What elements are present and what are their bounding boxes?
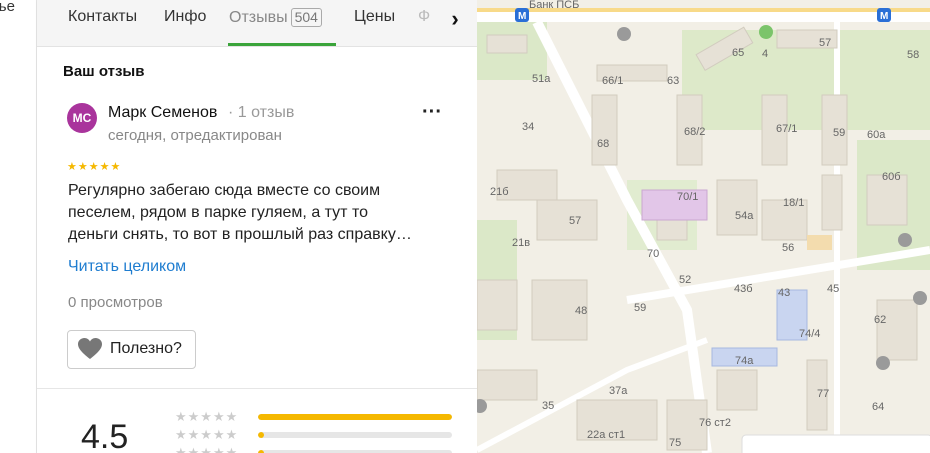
svg-text:4: 4 bbox=[762, 48, 768, 60]
review-text-line: Регулярно забегаю сюда вместе со своим bbox=[68, 182, 381, 199]
more-options-icon[interactable]: ··· bbox=[419, 102, 445, 126]
svg-text:35: 35 bbox=[542, 400, 554, 412]
rating-row-stars: ★★★★★ bbox=[175, 427, 239, 442]
rating-bar bbox=[258, 432, 452, 438]
useful-label: Полезно? bbox=[110, 340, 182, 357]
review-text-line: деньги снять, то вот в прошлый раз справ… bbox=[68, 226, 412, 243]
review-text-line: песелем, рядом в парке гуляем, а тут то bbox=[68, 204, 368, 221]
rating-row-stars: ★★★★★ bbox=[175, 409, 239, 424]
svg-text:58: 58 bbox=[907, 49, 919, 61]
park-icon[interactable] bbox=[759, 25, 773, 39]
svg-text:57: 57 bbox=[569, 215, 581, 227]
svg-text:43: 43 bbox=[778, 287, 790, 299]
review-date: сегодня, отредактирован bbox=[108, 127, 282, 144]
poi-pin-icon[interactable] bbox=[913, 291, 927, 305]
svg-text:68/2: 68/2 bbox=[684, 126, 705, 138]
rating-bar bbox=[258, 414, 452, 420]
chevron-right-icon[interactable]: › bbox=[441, 4, 469, 34]
metro-icon[interactable]: M bbox=[877, 8, 891, 22]
map-area[interactable]: Банк ПСБ 65 4 57 51а 66/1 63 58 34 68 68… bbox=[477, 0, 930, 453]
tab-prices[interactable]: Цены bbox=[354, 8, 395, 26]
rating-stars: ★★★★★ bbox=[67, 161, 122, 173]
author-review-count: · 1 отзыв bbox=[228, 104, 295, 121]
svg-text:70/1: 70/1 bbox=[677, 191, 698, 203]
svg-text:70: 70 bbox=[647, 248, 659, 260]
svg-text:54а: 54а bbox=[735, 210, 754, 222]
tab-info[interactable]: Инфо bbox=[164, 8, 206, 26]
poi-pin-icon[interactable] bbox=[876, 356, 890, 370]
tab-photos[interactable]: Ф bbox=[418, 8, 430, 26]
rating-bar-fill bbox=[258, 432, 264, 438]
svg-text:74а: 74а bbox=[735, 355, 754, 367]
review-text: Регулярно забегаю сюда вместе со своим п… bbox=[68, 180, 443, 246]
svg-text:63: 63 bbox=[667, 75, 679, 87]
svg-text:43б: 43б bbox=[734, 283, 753, 295]
svg-text:22а ст1: 22а ст1 bbox=[587, 429, 625, 441]
svg-text:74/4: 74/4 bbox=[799, 328, 820, 340]
svg-text:34: 34 bbox=[522, 121, 534, 133]
useful-button[interactable]: Полезно? bbox=[67, 330, 196, 369]
svg-text:67/1: 67/1 bbox=[776, 123, 797, 135]
heart-icon bbox=[78, 338, 102, 359]
read-more-link[interactable]: Читать целиком bbox=[68, 258, 186, 276]
svg-text:45: 45 bbox=[827, 283, 839, 295]
metro-icon[interactable]: M bbox=[515, 8, 529, 22]
author-name[interactable]: Марк Семенов bbox=[108, 104, 217, 122]
poi-pin-icon[interactable] bbox=[898, 233, 912, 247]
svg-text:60б: 60б bbox=[882, 171, 901, 183]
svg-text:76 ст2: 76 ст2 bbox=[699, 417, 731, 429]
rating-row-stars: ★★★★★ bbox=[175, 445, 239, 453]
overall-rating: 4.5 bbox=[81, 418, 129, 453]
svg-text:51а: 51а bbox=[532, 73, 551, 85]
svg-text:59: 59 bbox=[634, 302, 646, 314]
svg-text:M: M bbox=[518, 11, 526, 22]
map-canvas[interactable]: Банк ПСБ 65 457 51а 66/1 63 583468 68/2 … bbox=[477, 0, 930, 453]
divider bbox=[37, 388, 477, 389]
tab-reviews[interactable]: Отзывы 504 bbox=[229, 8, 322, 27]
svg-text:21в: 21в bbox=[512, 237, 530, 249]
section-title: Ваш отзыв bbox=[63, 63, 145, 80]
tab-reviews-label: Отзывы bbox=[229, 9, 288, 26]
rating-bar-fill bbox=[258, 414, 452, 420]
svg-text:77: 77 bbox=[817, 388, 829, 400]
svg-text:21б: 21б bbox=[490, 186, 509, 198]
svg-text:57: 57 bbox=[819, 37, 831, 49]
review-panel: Контакты Инфо Отзывы 504 Цены Ф › Ваш отз… bbox=[37, 0, 477, 453]
tab-contacts[interactable]: Контакты bbox=[68, 8, 137, 26]
svg-text:59: 59 bbox=[833, 127, 845, 139]
left-strip: лье bbox=[0, 0, 37, 453]
svg-text:66/1: 66/1 bbox=[602, 75, 623, 87]
map-top-label: Банк ПСБ bbox=[529, 0, 579, 11]
svg-text:48: 48 bbox=[575, 305, 587, 317]
svg-text:37а: 37а bbox=[609, 385, 628, 397]
tab-bar: Контакты Инфо Отзывы 504 Цены Ф › bbox=[37, 0, 477, 47]
svg-text:18/1: 18/1 bbox=[783, 197, 804, 209]
views-count: 0 просмотров bbox=[68, 294, 163, 311]
active-tab-indicator bbox=[228, 43, 336, 46]
svg-text:52: 52 bbox=[679, 274, 691, 286]
left-strip-text: лье bbox=[0, 0, 15, 15]
svg-text:65: 65 bbox=[732, 47, 744, 59]
svg-text:62: 62 bbox=[874, 314, 886, 326]
svg-text:56: 56 bbox=[782, 242, 794, 254]
avatar[interactable]: МС bbox=[67, 103, 97, 133]
reviews-count-badge: 504 bbox=[290, 8, 322, 27]
poi-pin-icon[interactable] bbox=[617, 27, 631, 41]
svg-text:64: 64 bbox=[872, 401, 884, 413]
svg-text:68: 68 bbox=[597, 138, 609, 150]
map-card[interactable] bbox=[741, 434, 930, 453]
svg-text:75: 75 bbox=[669, 437, 681, 449]
svg-text:60а: 60а bbox=[867, 129, 886, 141]
svg-text:M: M bbox=[880, 11, 888, 22]
